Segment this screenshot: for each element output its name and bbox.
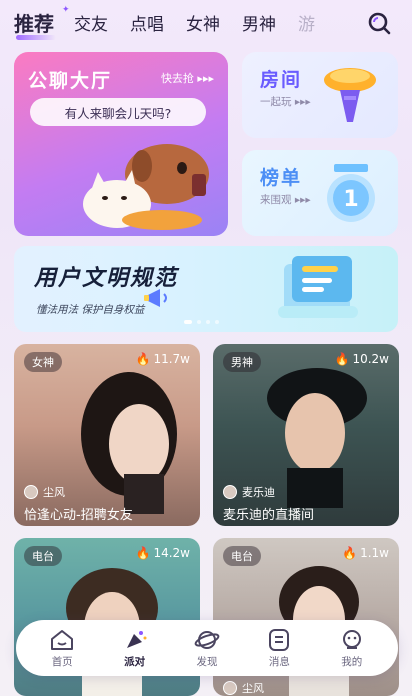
banner-subline: 懂法用法 保护自身权益 bbox=[36, 304, 145, 316]
nav-discover[interactable]: 发现 bbox=[177, 628, 237, 669]
category-tag: 男神 bbox=[223, 352, 261, 372]
avatar bbox=[223, 681, 237, 695]
message-icon bbox=[269, 628, 290, 651]
category-tag: 女神 bbox=[24, 352, 62, 372]
profile-icon bbox=[342, 629, 361, 649]
room-title: 房间 bbox=[260, 69, 303, 91]
flame-icon: 🔥 bbox=[135, 352, 151, 366]
public-chat-card[interactable]: 公聊大厅 快去抢 ▸▸▸ 有人来聊会儿天吗? bbox=[14, 52, 228, 236]
grab-link[interactable]: 快去抢 ▸▸▸ bbox=[161, 70, 214, 86]
nav-party[interactable]: 派对 bbox=[105, 628, 165, 669]
carousel-indicator bbox=[184, 320, 219, 324]
nav-profile-label: 我的 bbox=[341, 655, 363, 668]
tab-song-request[interactable]: 点唱 bbox=[130, 10, 164, 35]
stream-title: 恰逢心动-招聘女友 bbox=[24, 508, 133, 523]
stream-card[interactable]: 男神 🔥 10.2w 麦乐迪 麦乐迪的直播间 bbox=[213, 344, 399, 526]
megaphone-icon bbox=[144, 289, 167, 307]
nav-discover-label: 发现 bbox=[196, 655, 218, 668]
tab-dating[interactable]: 交友 bbox=[74, 10, 108, 35]
leaderboard-title: 榜单 bbox=[260, 167, 303, 189]
viewer-count: 🔥 10.2w bbox=[334, 352, 390, 366]
viewer-count: 🔥 1.1w bbox=[342, 546, 389, 560]
room-subtitle: 一起玩 ▸▸▸ bbox=[260, 96, 311, 108]
flame-icon: 🔥 bbox=[135, 546, 151, 560]
microphone-icon bbox=[324, 68, 376, 122]
nav-messages[interactable]: 消息 bbox=[249, 628, 309, 669]
viewer-count: 🔥 14.2w bbox=[135, 546, 191, 560]
flame-icon: 🔥 bbox=[334, 352, 350, 366]
nav-profile[interactable]: 我的 bbox=[322, 628, 382, 669]
search-icon[interactable] bbox=[366, 10, 392, 36]
rank-badge-icon: 1 bbox=[327, 164, 375, 222]
host-info: 尘风 bbox=[223, 680, 264, 696]
party-icon bbox=[126, 630, 147, 648]
tab-goddess[interactable]: 女神 bbox=[186, 10, 220, 35]
sparkle-icon: ✦ bbox=[62, 5, 70, 15]
nav-home-label: 首页 bbox=[51, 655, 73, 668]
host-info: 麦乐迪 bbox=[223, 484, 275, 500]
leaderboard-subtitle: 来围观 ▸▸▸ bbox=[260, 194, 311, 206]
avatar bbox=[24, 485, 38, 499]
stream-card[interactable]: 女神 🔥 11.7w 尘风 恰逢心动-招聘女友 bbox=[14, 344, 200, 526]
streamer-photo bbox=[81, 372, 177, 514]
avatar bbox=[223, 485, 237, 499]
nav-party-label: 派对 bbox=[124, 655, 146, 668]
tab-recommend[interactable]: 推荐 bbox=[14, 8, 56, 40]
carousel-dot bbox=[197, 320, 201, 324]
home-icon bbox=[51, 629, 74, 650]
nav-messages-label: 消息 bbox=[268, 655, 290, 668]
viewer-count: 🔥 11.7w bbox=[135, 352, 191, 366]
tab-male-god[interactable]: 男神 bbox=[242, 10, 276, 35]
category-tag: 电台 bbox=[24, 546, 62, 566]
mascot-illustration bbox=[83, 144, 209, 230]
planet-icon bbox=[194, 630, 220, 649]
host-info: 尘风 bbox=[24, 484, 65, 500]
category-tag: 电台 bbox=[223, 546, 261, 566]
document-illustration bbox=[278, 256, 358, 318]
room-card[interactable]: 房间 一起玩 ▸▸▸ bbox=[242, 52, 398, 138]
public-chat-title: 公聊大厅 bbox=[28, 70, 113, 92]
bottom-navigation: 首页 派对 发现 消息 我的 bbox=[16, 620, 398, 676]
nav-home[interactable]: 首页 bbox=[32, 628, 92, 669]
carousel-dot bbox=[184, 320, 192, 324]
tab-games[interactable]: 游 bbox=[298, 10, 315, 35]
stream-title: 麦乐迪的直播间 bbox=[223, 508, 315, 523]
svg-text:1: 1 bbox=[343, 187, 358, 212]
flame-icon: 🔥 bbox=[342, 546, 358, 560]
carousel-dot bbox=[206, 320, 210, 324]
chat-bubble: 有人来聊会儿天吗? bbox=[30, 98, 206, 126]
carousel-dot bbox=[215, 320, 219, 324]
leaderboard-card[interactable]: 榜单 来围观 ▸▸▸ 1 bbox=[242, 150, 398, 236]
